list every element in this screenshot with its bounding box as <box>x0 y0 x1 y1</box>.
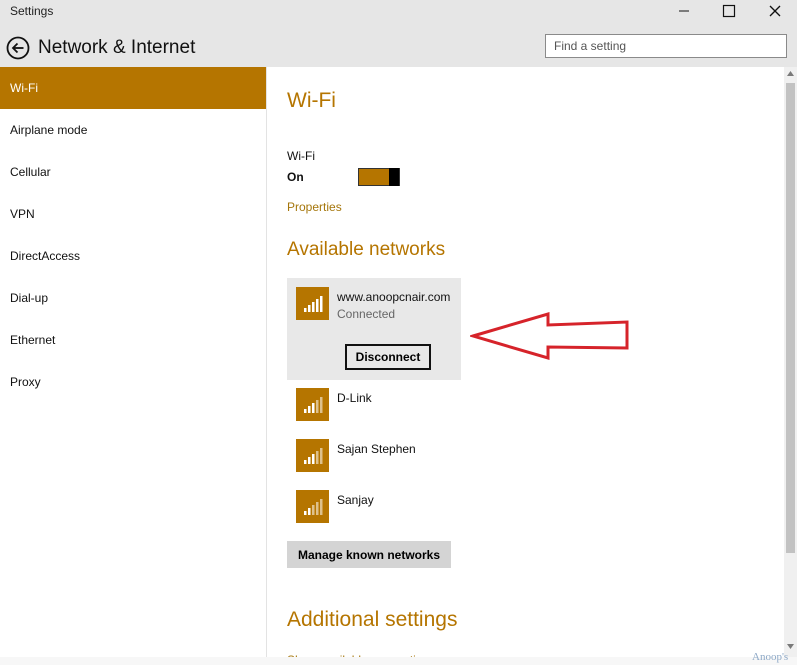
network-item-sanjay[interactable]: Sanjay <box>337 493 374 507</box>
sidebar-item-label: DirectAccess <box>10 249 81 263</box>
network-item-selected[interactable]: www.anoopcnair.com Connected Disconnect <box>287 278 461 380</box>
annotation-arrow-icon <box>470 312 629 360</box>
sidebar-item-proxy[interactable]: Proxy <box>0 361 266 403</box>
scrollbar-thumb[interactable] <box>786 83 795 553</box>
toggle-knob <box>389 168 399 186</box>
wifi-toggle-state: On <box>287 170 304 184</box>
sidebar-item-label: Wi-Fi <box>10 81 38 95</box>
maximize-icon <box>722 4 735 18</box>
wifi-signal-icon <box>296 388 329 421</box>
section-title-wifi: Wi-Fi <box>287 89 336 112</box>
wifi-signal-icon <box>296 490 329 523</box>
manage-known-networks-button[interactable]: Manage known networks <box>287 541 451 568</box>
scroll-up-button[interactable] <box>784 67 797 81</box>
sidebar-item-airplane-mode[interactable]: Airplane mode <box>0 109 266 151</box>
wifi-toggle[interactable] <box>358 168 400 186</box>
sidebar-item-dial-up[interactable]: Dial-up <box>0 277 266 319</box>
close-button[interactable] <box>752 0 797 22</box>
wifi-toggle-label: Wi-Fi <box>287 149 315 163</box>
chevron-up-icon <box>787 71 794 76</box>
network-name: www.anoopcnair.com <box>337 290 451 304</box>
network-item-sajan-stephen[interactable]: Sajan Stephen <box>337 442 416 456</box>
sidebar-item-label: Ethernet <box>10 333 56 347</box>
window-bottom-edge <box>0 657 797 665</box>
network-item-d-link[interactable]: D-Link <box>337 391 372 405</box>
additional-settings-heading: Additional settings <box>287 608 458 631</box>
sidebar-item-directaccess[interactable]: DirectAccess <box>0 235 266 277</box>
sidebar-item-label: Cellular <box>10 165 51 179</box>
sidebar-item-vpn[interactable]: VPN <box>0 193 266 235</box>
minimize-button[interactable] <box>661 0 706 22</box>
network-status: Connected <box>337 307 396 321</box>
watermark: Anoop's <box>752 651 789 663</box>
close-icon <box>769 5 780 17</box>
page-title: Network & Internet <box>38 37 196 58</box>
sidebar-item-cellular[interactable]: Cellular <box>0 151 266 193</box>
search-input[interactable] <box>545 34 787 58</box>
back-arrow-icon <box>6 36 30 60</box>
sidebar-item-wifi[interactable]: Wi-Fi <box>0 67 266 109</box>
properties-link[interactable]: Properties <box>287 200 342 214</box>
available-networks-heading: Available networks <box>287 239 446 260</box>
window-title: Settings <box>10 4 54 18</box>
back-button[interactable] <box>6 36 30 60</box>
sidebar-item-label: VPN <box>10 207 35 221</box>
sidebar-item-label: Airplane mode <box>10 123 88 137</box>
sidebar: Wi-Fi Airplane mode Cellular VPN DirectA… <box>0 67 267 665</box>
scrollbar[interactable] <box>784 67 797 657</box>
maximize-button[interactable] <box>706 0 751 22</box>
sidebar-item-label: Proxy <box>10 375 41 389</box>
sidebar-item-label: Dial-up <box>10 291 49 305</box>
sidebar-item-ethernet[interactable]: Ethernet <box>0 319 266 361</box>
minimize-icon <box>678 10 689 12</box>
disconnect-button[interactable]: Disconnect <box>345 344 431 370</box>
main-content: Wi-Fi Wi-Fi On Properties Available netw… <box>267 67 784 657</box>
wifi-signal-icon <box>296 439 329 472</box>
title-bar: Settings <box>0 0 797 22</box>
wifi-signal-icon <box>296 287 329 320</box>
